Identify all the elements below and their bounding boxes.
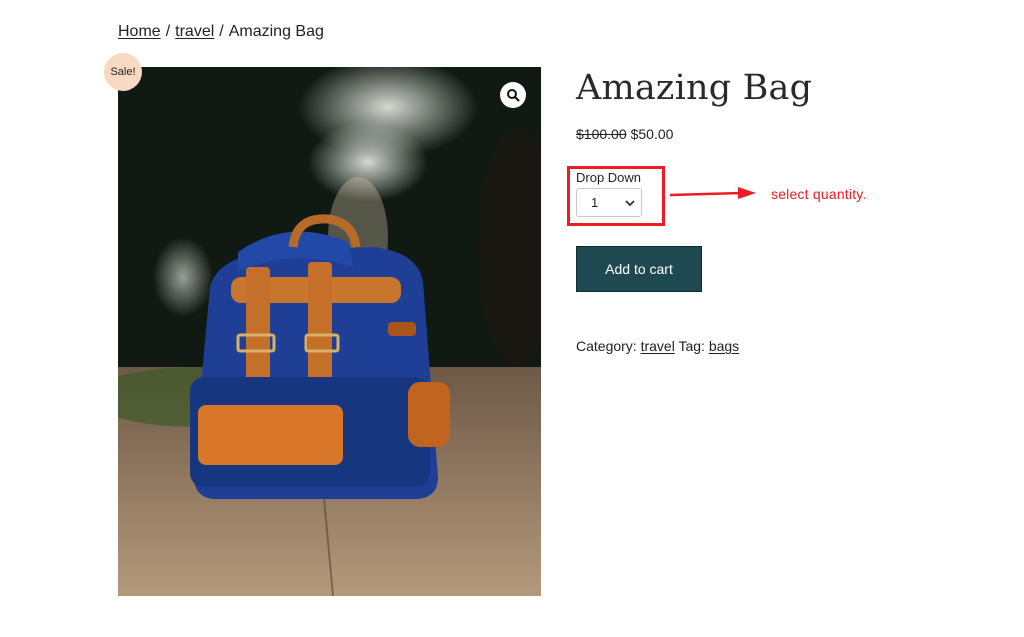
add-to-cart-button[interactable]: Add to cart xyxy=(576,246,702,292)
breadcrumb-home-link[interactable]: Home xyxy=(118,23,161,40)
category-link[interactable]: travel xyxy=(641,338,675,354)
quantity-select[interactable]: 1 xyxy=(576,188,642,217)
category-label: Category: xyxy=(576,338,637,354)
product-title: Amazing Bag xyxy=(576,68,813,108)
tag-label: Tag: xyxy=(678,338,705,354)
old-price: $100.00 xyxy=(576,126,627,142)
annotation-text: select quantity. xyxy=(771,186,867,202)
sale-badge: Sale! xyxy=(104,53,142,91)
breadcrumb-separator: / xyxy=(219,23,224,40)
zoom-button[interactable] xyxy=(500,82,526,108)
sale-price: $50.00 xyxy=(630,126,674,142)
variation-label: Drop Down xyxy=(576,170,642,185)
breadcrumb: Home / travel / Amazing Bag xyxy=(118,23,324,41)
product-image[interactable] xyxy=(118,67,541,596)
price: $100.00 $50.00 xyxy=(576,126,673,142)
breadcrumb-separator: / xyxy=(165,23,171,40)
magnifier-icon xyxy=(507,89,520,102)
breadcrumb-category-link[interactable]: travel xyxy=(175,23,214,40)
backpack-photo xyxy=(118,67,541,596)
tag-link[interactable]: bags xyxy=(709,338,739,354)
quantity-select-value: 1 xyxy=(591,195,599,210)
breadcrumb-current: Amazing Bag xyxy=(228,23,324,40)
product-meta: Category: travel Tag: bags xyxy=(576,338,739,354)
annotation-arrow-icon xyxy=(669,187,756,199)
chevron-down-icon xyxy=(625,200,635,207)
